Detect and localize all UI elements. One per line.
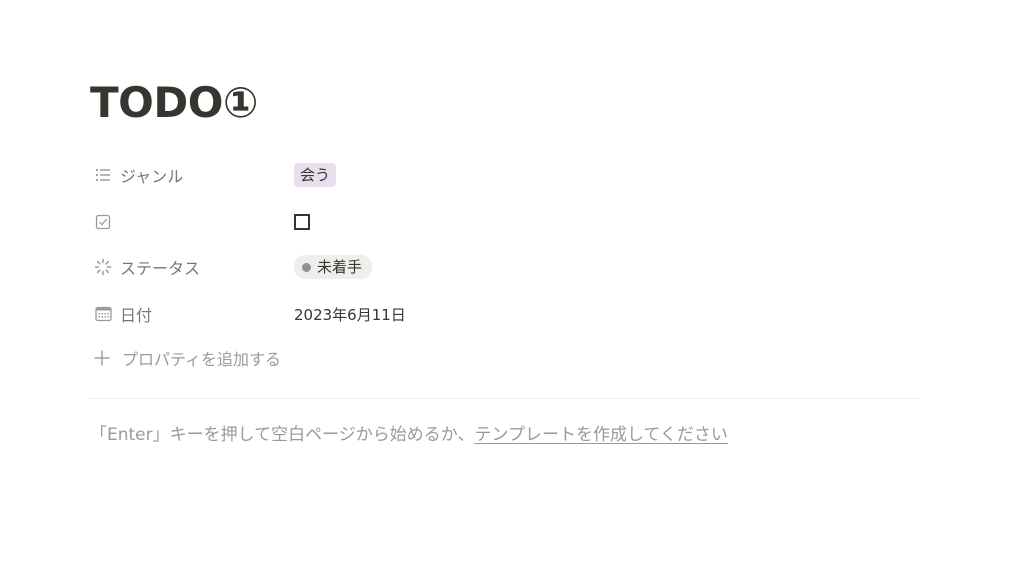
genre-tag: 会う bbox=[294, 163, 337, 187]
property-name-date[interactable]: 日付 bbox=[88, 297, 288, 331]
divider bbox=[88, 398, 920, 399]
property-label: ジャンル bbox=[120, 167, 184, 186]
property-value-checkbox bbox=[294, 205, 310, 239]
empty-page-hint: 「Enter」キーを押して空白ページから始めるか、テンプレートを作成してください bbox=[90, 420, 728, 445]
create-template-link[interactable]: テンプレートを作成してください bbox=[474, 425, 727, 445]
property-value-genre[interactable]: 会う bbox=[294, 158, 337, 192]
add-property-button[interactable]: プロパティを追加する bbox=[92, 343, 281, 373]
property-row-genre: ジャンル 会う bbox=[88, 158, 788, 192]
property-name-status[interactable]: ステータス bbox=[88, 250, 288, 284]
list-icon bbox=[94, 166, 112, 184]
status-label: 未着手 bbox=[317, 258, 363, 276]
add-property-label: プロパティを追加する bbox=[122, 350, 282, 369]
date-value: 2023年6月11日 bbox=[294, 305, 406, 324]
property-value-status[interactable]: 未着手 bbox=[294, 250, 373, 284]
property-row-date: 日付 2023年6月11日 bbox=[88, 297, 788, 331]
status-dot bbox=[302, 262, 311, 272]
status-badge: 未着手 bbox=[294, 255, 373, 279]
checkbox-icon bbox=[94, 213, 112, 231]
property-label: ステータス bbox=[120, 259, 201, 278]
done-checkbox[interactable] bbox=[294, 214, 310, 230]
property-label: 日付 bbox=[120, 306, 153, 325]
calendar-icon bbox=[94, 305, 112, 323]
page: TODO① ジャンル 会う ステータス 未着手 日付 2023年6月11日 プロ… bbox=[0, 0, 1024, 577]
property-row-status: ステータス 未着手 bbox=[88, 250, 788, 284]
property-row-checkbox bbox=[88, 205, 788, 239]
property-value-date[interactable]: 2023年6月11日 bbox=[294, 297, 406, 331]
property-name-checkbox[interactable] bbox=[88, 205, 288, 239]
property-name-genre[interactable]: ジャンル bbox=[88, 158, 288, 192]
page-title[interactable]: TODO① bbox=[90, 78, 258, 127]
plus-icon bbox=[92, 348, 112, 368]
hint-text: 「Enter」キーを押して空白ページから始めるか、 bbox=[90, 425, 475, 445]
status-icon bbox=[94, 258, 112, 276]
